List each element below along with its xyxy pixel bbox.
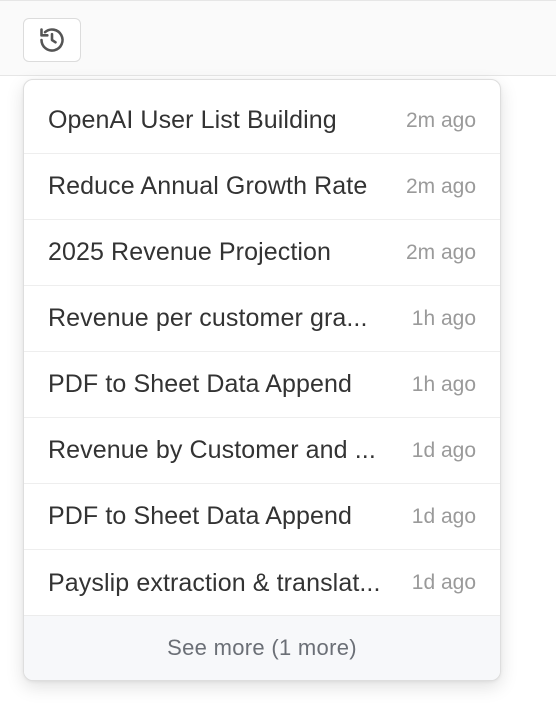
history-item-title: Revenue per customer gra... <box>48 304 368 332</box>
history-item-time: 1h ago <box>411 306 476 330</box>
top-toolbar <box>0 0 556 76</box>
history-item-time: 1d ago <box>411 438 476 462</box>
history-item-time: 1d ago <box>411 571 476 594</box>
history-item-time: 1h ago <box>411 372 476 396</box>
history-item-time: 2m ago <box>405 174 476 198</box>
history-item-time: 2m ago <box>405 108 476 132</box>
see-more-label: See more (1 more) <box>167 635 357 660</box>
history-item-title: Payslip extraction & translat... <box>48 568 381 597</box>
history-item[interactable]: Reduce Annual Growth Rate 2m ago <box>24 154 500 220</box>
history-button[interactable] <box>23 18 81 62</box>
history-item[interactable]: Revenue per customer gra... 1h ago <box>24 286 500 352</box>
history-item-title: Revenue by Customer and ... <box>48 436 376 464</box>
history-list: OpenAI User List Building 2m ago Reduce … <box>24 88 500 616</box>
history-item[interactable]: PDF to Sheet Data Append 1h ago <box>24 352 500 418</box>
history-item[interactable]: 2025 Revenue Projection 2m ago <box>24 220 500 286</box>
history-item[interactable]: Payslip extraction & translat... 1d ago <box>24 550 500 616</box>
history-icon <box>38 26 66 54</box>
history-item[interactable]: Revenue by Customer and ... 1d ago <box>24 418 500 484</box>
history-item[interactable]: PDF to Sheet Data Append 1d ago <box>24 484 500 550</box>
history-item-time: 1d ago <box>411 504 476 528</box>
history-item-title: PDF to Sheet Data Append <box>48 370 352 398</box>
see-more-button[interactable]: See more (1 more) <box>24 615 500 680</box>
history-item-time: 2m ago <box>405 240 476 264</box>
history-item-title: 2025 Revenue Projection <box>48 238 332 266</box>
history-item-title: PDF to Sheet Data Append <box>48 502 352 530</box>
history-dropdown: OpenAI User List Building 2m ago Reduce … <box>23 79 501 681</box>
history-item-title: OpenAI User List Building <box>48 106 337 134</box>
history-item-title: Reduce Annual Growth Rate <box>48 172 368 200</box>
history-item[interactable]: OpenAI User List Building 2m ago <box>24 88 500 154</box>
